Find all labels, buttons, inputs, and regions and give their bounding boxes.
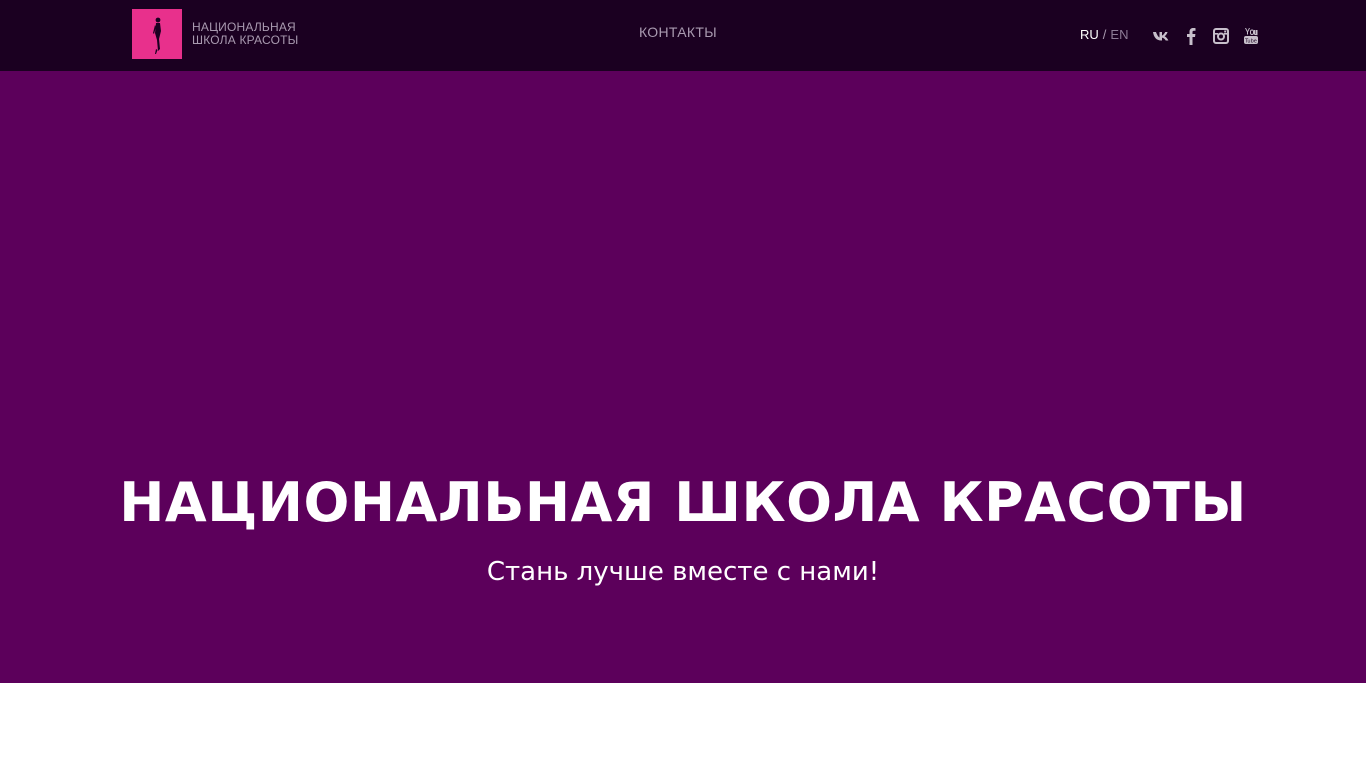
content-area xyxy=(0,683,1366,768)
hero-title: НАЦИОНАЛЬНАЯ ШКОЛА КРАСОТЫ xyxy=(119,471,1247,534)
vk-icon[interactable] xyxy=(1150,25,1172,47)
lang-en-link[interactable]: EN xyxy=(1110,27,1128,42)
logo-text: НАЦИОНАЛЬНАЯ ШКОЛА КРАСОТЫ xyxy=(192,21,299,47)
nav-link-contacts[interactable]: КОНТАКТЫ xyxy=(639,24,717,40)
instagram-icon[interactable] xyxy=(1210,25,1232,47)
lang-separator: / xyxy=(1102,27,1107,42)
language-switcher: RU / EN xyxy=(1080,27,1128,42)
youtube-icon[interactable]: Tube xyxy=(1240,25,1262,47)
hero-banner: НАЦИОНАЛЬНАЯ ШКОЛА КРАСОТЫ Стань лучше в… xyxy=(0,71,1366,683)
site-logo[interactable]: НАЦИОНАЛЬНАЯ ШКОЛА КРАСОТЫ xyxy=(132,9,299,59)
svg-text:Tube: Tube xyxy=(1244,39,1257,45)
logo-line-2: ШКОЛА КРАСОТЫ xyxy=(192,33,299,47)
social-links: Tube xyxy=(1150,25,1270,47)
lang-ru-link[interactable]: RU xyxy=(1080,27,1099,42)
hero-subtitle: Стань лучше вместе с нами! xyxy=(486,557,880,587)
facebook-icon[interactable] xyxy=(1180,25,1202,47)
woman-silhouette-icon xyxy=(132,9,182,59)
site-header: НАЦИОНАЛЬНАЯ ШКОЛА КРАСОТЫ КОНТАКТЫ RU / E… xyxy=(0,0,1366,71)
